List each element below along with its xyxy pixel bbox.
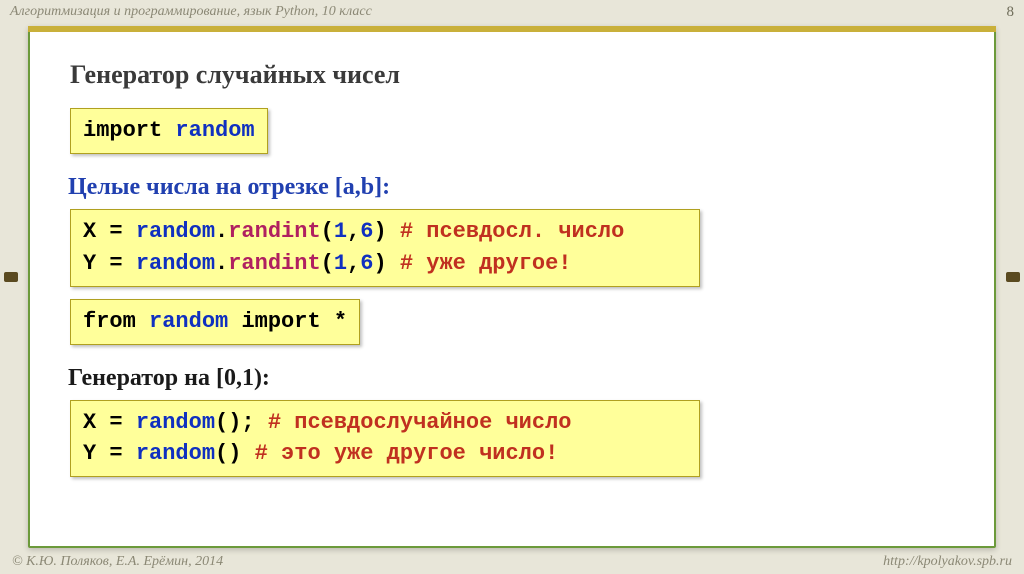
code-token: = (96, 441, 136, 466)
code-token: , (347, 251, 360, 276)
subtitle-float-range: Генератор на [0,1): (68, 365, 956, 392)
slide-title: Генератор случайных чисел (70, 60, 956, 90)
footer-left: © К.Ю. Поляков, Е.А. Ерёмин, 2014 (12, 554, 223, 570)
code-token: . (215, 251, 228, 276)
gold-strip (28, 26, 996, 32)
code-token: from (83, 309, 149, 334)
code-token: random (136, 219, 215, 244)
code-token: = (96, 251, 136, 276)
code-token: random (149, 309, 241, 334)
code-token: import (241, 309, 333, 334)
code-from-import: from random import * (70, 299, 360, 345)
code-token: ( (321, 251, 334, 276)
code-token: Y (83, 251, 96, 276)
code-token: # уже другое! (400, 251, 572, 276)
code-token: ( (321, 219, 334, 244)
code-token: 1 (334, 219, 347, 244)
code-token: randint (228, 219, 320, 244)
footer-right: http://kpolyakov.spb.ru (883, 554, 1012, 570)
knob-left-icon (4, 272, 18, 282)
code-token: random (136, 441, 215, 466)
code-token: random (136, 410, 215, 435)
code-token: = (96, 410, 136, 435)
code-token: random (136, 251, 215, 276)
code-token: 1 (334, 251, 347, 276)
footer-bar: © К.Ю. Поляков, Е.А. Ерёмин, 2014 http:/… (0, 550, 1024, 574)
code-token: random (175, 118, 254, 143)
code-token: 6 (360, 219, 373, 244)
code-token: () (215, 441, 255, 466)
slide-page: Алгоритмизация и программирование, язык … (0, 0, 1024, 574)
code-token: ) (373, 219, 399, 244)
code-token: # псевдослучайное число (268, 410, 572, 435)
code-token: (); (215, 410, 268, 435)
code-token: Y (83, 441, 96, 466)
code-token: * (334, 309, 347, 334)
code-token: , (347, 219, 360, 244)
code-token: = (96, 219, 136, 244)
code-import-random: import random (70, 108, 268, 154)
code-randint: X = random.randint(1,6) # псевдосл. числ… (70, 209, 700, 287)
subtitle-int-range: Целые числа на отрезке [a,b]: (68, 174, 956, 201)
knob-right-icon (1006, 272, 1020, 282)
header-bar: Алгоритмизация и программирование, язык … (0, 0, 1024, 24)
code-token: # это уже другое число! (255, 441, 559, 466)
code-token: X (83, 410, 96, 435)
code-token: ) (373, 251, 399, 276)
code-token: . (215, 219, 228, 244)
page-number: 8 (1007, 4, 1015, 21)
code-token: X (83, 219, 96, 244)
code-token: randint (228, 251, 320, 276)
code-token: import (83, 118, 175, 143)
code-token: # псевдосл. число (400, 219, 624, 244)
code-token: 6 (360, 251, 373, 276)
code-random-float: X = random(); # псевдослучайное число Y =… (70, 400, 700, 478)
header-left: Алгоритмизация и программирование, язык … (10, 4, 372, 20)
slide-content: Генератор случайных чисел import random … (68, 45, 956, 536)
